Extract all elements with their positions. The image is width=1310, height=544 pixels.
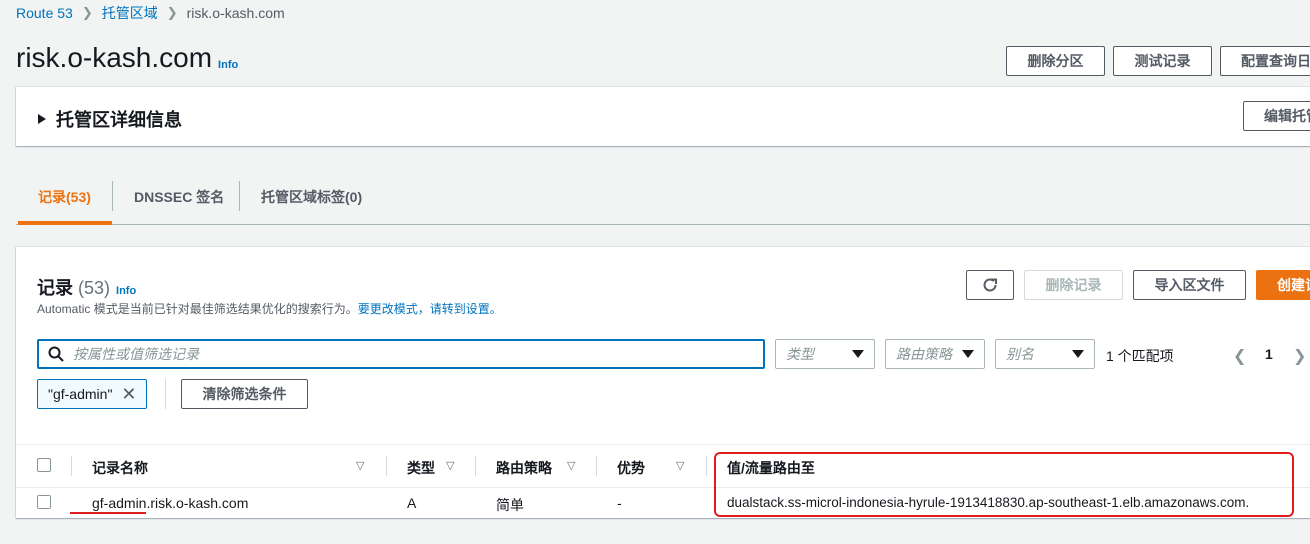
breadcrumb: Route 53 ❯ 托管区域 ❯ risk.o-kash.com (16, 3, 285, 23)
chevron-right-icon[interactable]: ❯ (1293, 346, 1306, 366)
filter-token-label: "gf-admin" (48, 386, 113, 402)
delete-zone-button[interactable]: 删除分区 (1006, 46, 1105, 76)
page-number[interactable]: 1 (1265, 346, 1273, 362)
delete-record-button[interactable]: 删除记录 (1024, 270, 1123, 300)
alias-select[interactable]: 别名 (995, 339, 1095, 369)
page-title-text: risk.o-kash.com (16, 42, 213, 73)
records-title: 记录 (53) Info (37, 274, 136, 300)
caret-down-icon (852, 350, 864, 358)
column-header-differentiator[interactable]: 优势 (617, 458, 645, 478)
change-mode-link[interactable]: 要更改模式，请转到设置。 (358, 302, 502, 316)
records-title-text: 记录 (37, 278, 73, 298)
close-icon[interactable]: ✕ (121, 384, 136, 405)
clear-filters-button[interactable]: 清除筛选条件 (181, 379, 308, 409)
configure-query-logging-button[interactable]: 配置查询日 (1220, 46, 1310, 76)
search-icon (48, 346, 64, 362)
type-select[interactable]: 类型 (775, 339, 875, 369)
page-title: risk.o-kash.com Info (16, 42, 238, 74)
breadcrumb-hosted-zones[interactable]: 托管区域 (102, 3, 158, 23)
tab-tags[interactable]: 托管区域标签(0) (261, 187, 362, 207)
select-all-checkbox[interactable] (37, 458, 51, 472)
chevron-right-icon: ❯ (166, 5, 178, 20)
refresh-icon (983, 278, 997, 292)
breadcrumb-current: risk.o-kash.com (186, 5, 285, 21)
breadcrumb-route53[interactable]: Route 53 (16, 5, 73, 21)
search-mode-description: Automatic 模式是当前已针对最佳筛选结果优化的搜索行为。要更改模式，请转… (37, 300, 502, 317)
tabs-baseline (16, 224, 1310, 225)
tab-dnssec[interactable]: DNSSEC 签名 (134, 187, 224, 207)
active-tab-indicator (18, 221, 112, 225)
chevron-right-icon: ❯ (81, 5, 93, 20)
column-divider (706, 456, 707, 476)
column-header-name[interactable]: 记录名称 (92, 458, 148, 478)
filter-token: "gf-admin" ✕ (37, 379, 147, 409)
sort-icon[interactable]: ▽ (446, 459, 454, 472)
edit-hosted-zone-button[interactable]: 编辑托管 (1243, 101, 1310, 131)
search-input[interactable]: 按属性或值筛选记录 (37, 339, 765, 369)
alias-select-placeholder: 别名 (1006, 346, 1034, 362)
hosted-zone-details-title: 托管区详细信息 (56, 110, 182, 130)
info-link[interactable]: Info (218, 59, 238, 71)
tab-divider (239, 181, 240, 211)
caret-right-icon (38, 114, 46, 124)
sort-icon[interactable]: ▽ (567, 459, 575, 472)
routing-policy-select[interactable]: 路由策略 (885, 339, 985, 369)
column-divider (386, 456, 387, 476)
chevron-left-icon[interactable]: ❮ (1233, 346, 1246, 366)
table-header-top-border (16, 444, 1310, 445)
refresh-button[interactable] (966, 270, 1014, 300)
test-record-button[interactable]: 测试记录 (1113, 46, 1212, 76)
underline-annotation (70, 512, 146, 514)
column-divider (596, 456, 597, 476)
import-zone-file-button[interactable]: 导入区文件 (1133, 270, 1246, 300)
records-count: (53) (78, 278, 111, 298)
record-routing-cell: 简单 (496, 497, 524, 513)
sort-icon[interactable]: ▽ (356, 459, 364, 472)
tab-records[interactable]: 记录(53) (38, 187, 91, 207)
type-select-placeholder: 类型 (786, 346, 814, 362)
highlight-annotation-box (714, 452, 1294, 517)
records-info-link[interactable]: Info (116, 285, 136, 297)
hosted-zone-details-toggle[interactable]: 托管区详细信息 (38, 106, 182, 132)
search-mode-text: Automatic 模式是当前已针对最佳筛选结果优化的搜索行为。 (37, 302, 358, 316)
search-placeholder: 按属性或值筛选记录 (73, 346, 199, 362)
tab-divider (112, 181, 113, 211)
filter-divider (165, 379, 166, 409)
hosted-zone-details-panel (16, 87, 1310, 146)
sort-icon[interactable]: ▽ (676, 459, 684, 472)
routing-select-placeholder: 路由策略 (896, 346, 952, 362)
caret-down-icon (962, 350, 974, 358)
match-count: 1 个匹配项 (1106, 348, 1174, 364)
caret-down-icon (1072, 350, 1084, 358)
column-divider (475, 456, 476, 476)
column-header-type[interactable]: 类型 (407, 458, 435, 478)
column-divider (71, 456, 72, 476)
create-record-button[interactable]: 创建记 (1256, 270, 1310, 300)
record-type-cell: A (407, 495, 417, 511)
column-header-routing[interactable]: 路由策略 (496, 458, 552, 478)
row-checkbox[interactable] (37, 495, 51, 509)
record-differentiator-cell: - (617, 495, 622, 511)
record-name-cell: gf-admin.risk.o-kash.com (92, 495, 249, 511)
